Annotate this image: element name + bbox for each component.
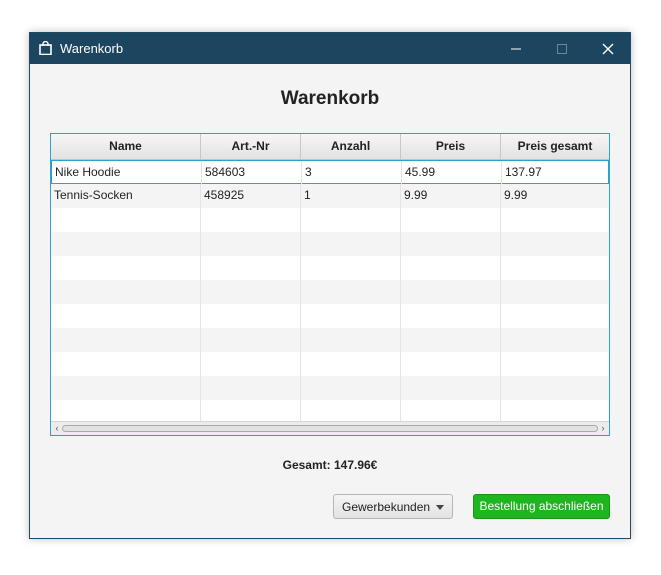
empty-row [51,256,609,280]
column-header-article-number[interactable]: Art.-Nr [201,134,301,159]
cell-article-number: 458925 [201,184,301,208]
chevron-down-icon [436,505,444,510]
cell-article-number: 584603 [202,161,302,185]
empty-row [51,304,609,328]
title-bar[interactable]: Warenkorb [30,33,630,64]
customer-type-dropdown[interactable]: Gewerbekunden [333,494,453,519]
dropdown-value: Gewerbekunden [342,500,431,514]
window-title: Warenkorb [60,41,124,56]
column-header-price[interactable]: Preis [401,134,501,159]
cart-window: Warenkorb Warenkorb Name Art.-Nr Anzahl … [29,32,631,539]
close-icon [602,43,614,55]
table-row[interactable]: Nike Hoodie 584603 3 45.99 137.97 [51,160,609,185]
empty-row [51,232,609,256]
maximize-icon [557,44,567,54]
table-body: Nike Hoodie 584603 3 45.99 137.97 Tennis… [51,160,609,424]
cell-name: Tennis-Socken [51,184,201,208]
close-button[interactable] [585,33,631,64]
empty-row [51,328,609,352]
cart-table[interactable]: Name Art.-Nr Anzahl Preis Preis gesamt N… [50,133,610,436]
cell-price: 9.99 [401,184,501,208]
scrollbar-thumb[interactable] [62,425,598,432]
cell-quantity: 3 [302,161,402,185]
checkout-button[interactable]: Bestellung abschließen [473,494,610,519]
cell-price: 45.99 [402,161,502,185]
column-header-total-price[interactable]: Preis gesamt [501,134,609,159]
cell-total-price: 137.97 [505,165,542,179]
total-label: Gesamt: 147.96€ [282,458,378,472]
page-title: Warenkorb [280,88,380,109]
horizontal-scrollbar[interactable]: ‹ › [51,421,609,435]
cell-name: Nike Hoodie [52,161,202,185]
column-header-quantity[interactable]: Anzahl [301,134,401,159]
empty-row [51,208,609,232]
empty-row [51,376,609,400]
table-row[interactable]: Tennis-Socken 458925 1 9.99 9.99 [51,184,609,208]
cell-total-price: 9.99 [504,188,528,202]
shopping-bag-icon [39,41,52,55]
maximize-button[interactable] [539,33,585,64]
minimize-icon [511,48,521,50]
minimize-button[interactable] [493,33,539,64]
scroll-right-icon[interactable]: › [598,423,608,434]
scroll-left-icon[interactable]: ‹ [52,423,62,434]
empty-row [51,352,609,376]
empty-row [51,280,609,304]
cell-quantity: 1 [301,184,401,208]
column-header-name[interactable]: Name [51,134,201,159]
table-header: Name Art.-Nr Anzahl Preis Preis gesamt [51,134,609,160]
